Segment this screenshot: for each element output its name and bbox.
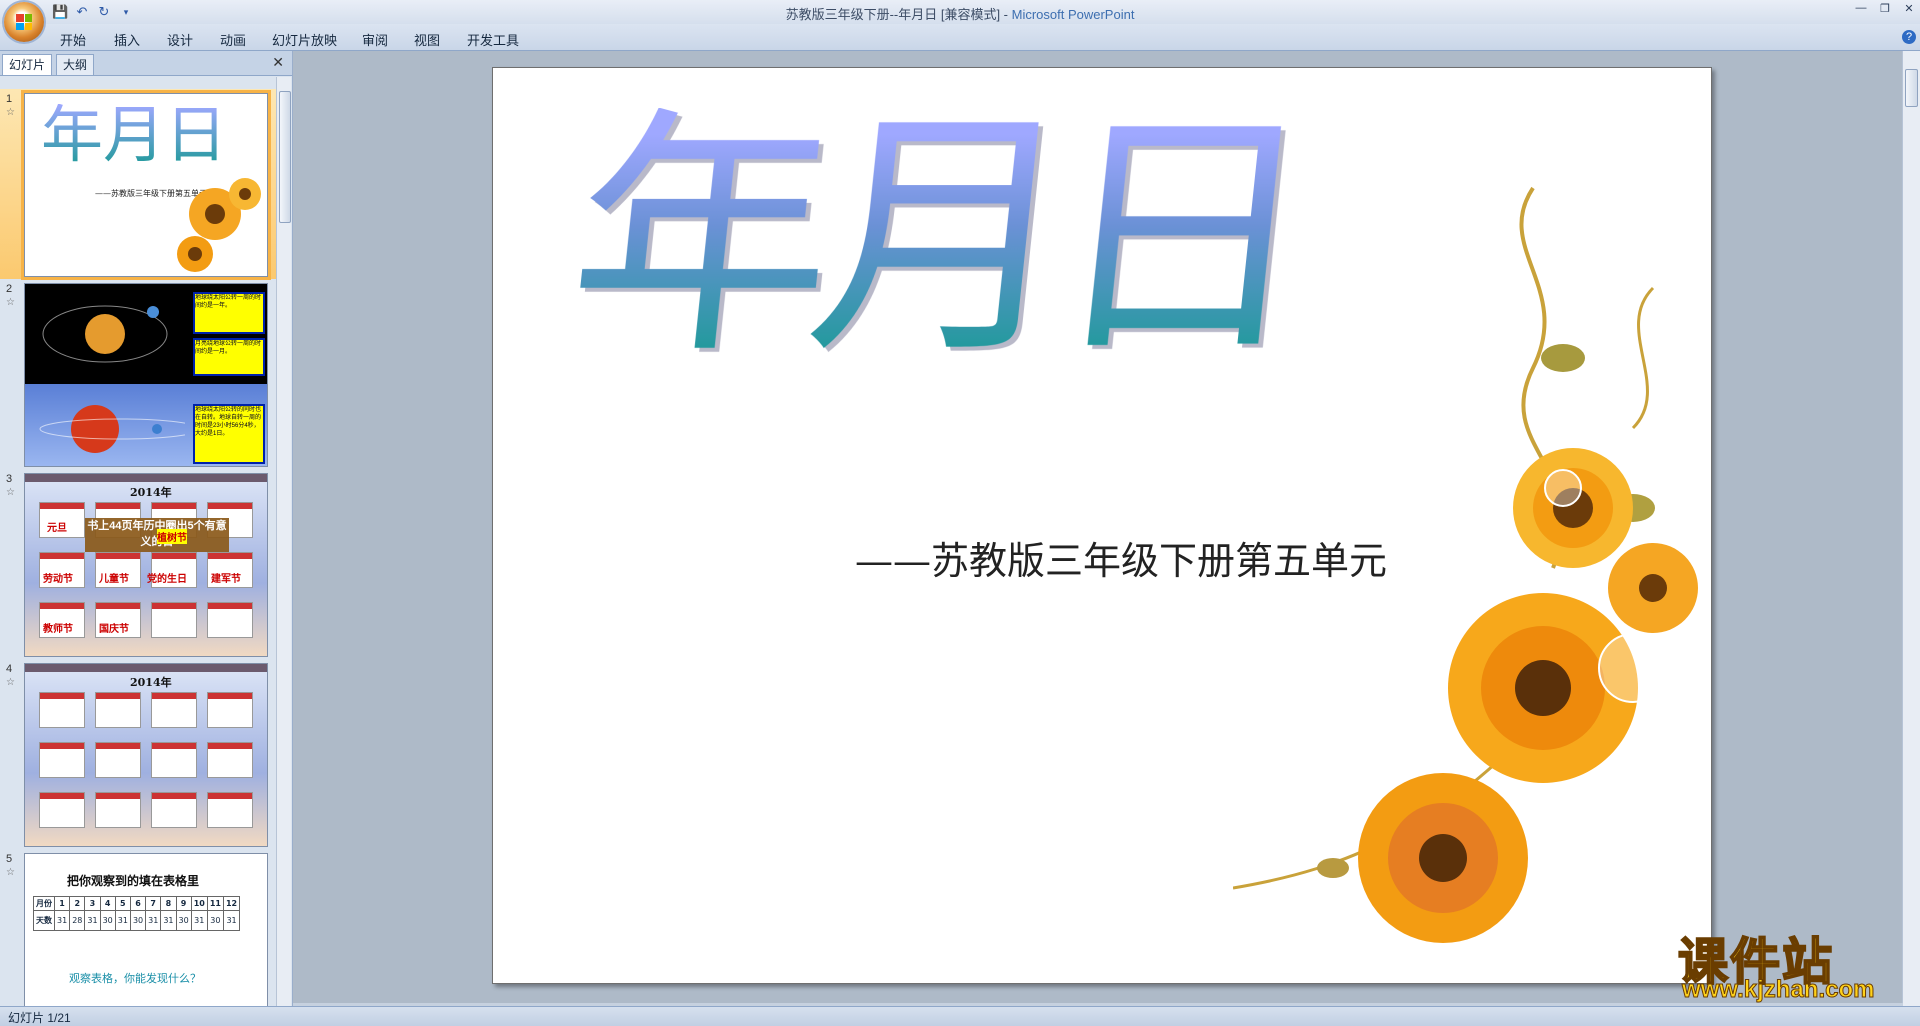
- tab-slideshow[interactable]: 幻灯片放映: [272, 30, 337, 49]
- slide-counter: 幻灯片 1/21: [8, 1011, 71, 1025]
- thumb-footer: 观察表格，你能发现什么？: [69, 972, 201, 985]
- holiday-label: 儿童节: [99, 574, 129, 585]
- table-cell: 30: [99, 910, 116, 931]
- thumbnail-list: 1 ☆ 年月日 ——苏教版三年级下册第五单元 2 ☆ 地球绕太阳公转一周的时间约: [0, 77, 276, 1006]
- sunflower-decoration: [177, 178, 261, 272]
- slide-number: 3: [6, 473, 13, 485]
- info-box: 地球绕太阳公转的同时也在自转。地球自转一周的时间是23小时56分4秒，大约是1日…: [193, 404, 265, 464]
- slide-thumbnail-1[interactable]: 年月日 ——苏教版三年级下册第五单元: [24, 93, 268, 277]
- thumb-table: 月份 1 2 3 4 5 6 7 8 9 10 11 12 天数 31 28 31 30 31 30 31 31 30 31…: [33, 896, 241, 931]
- help-icon[interactable]: ?: [1902, 30, 1916, 44]
- thumb-heading: 把你观察到的填在表格里: [67, 874, 200, 888]
- table-cell: 2: [69, 896, 86, 911]
- slide-number: 2: [6, 283, 13, 295]
- table-cell: 4: [99, 896, 116, 911]
- close-icon[interactable]: ✕: [1902, 2, 1916, 15]
- table-cell: 30: [206, 910, 224, 931]
- tab-slides[interactable]: 幻灯片: [2, 54, 53, 75]
- solar-system-illustration: [39, 305, 185, 453]
- table-cell: 31: [145, 910, 162, 931]
- table-cell: 31: [84, 910, 101, 931]
- scrollbar-thumb[interactable]: [1905, 69, 1918, 107]
- table-cell: 12: [222, 896, 241, 911]
- holiday-label: 元旦: [47, 523, 67, 534]
- tab-home[interactable]: 开始: [60, 30, 86, 49]
- slide-thumbnail-2[interactable]: 地球绕太阳公转一周的时间约是一年。 月亮绕地球公转一周的时间约是一月。 地球绕太…: [24, 283, 268, 467]
- window-controls: — ❐ ✕: [1854, 2, 1916, 15]
- transition-icon: ☆: [6, 867, 15, 878]
- slide-title[interactable]: 年月日: [557, 87, 1309, 389]
- table-cell: 31: [160, 910, 177, 931]
- table-cell: 30: [175, 910, 192, 931]
- table-cell: 28: [69, 910, 86, 931]
- scrollbar-thumb[interactable]: [279, 91, 291, 223]
- transition-icon: ☆: [6, 487, 15, 498]
- holiday-label: 劳动节: [43, 574, 73, 585]
- main-slide[interactable]: 年月日 ——苏教版三年级下册第五单元: [492, 67, 1712, 984]
- restore-icon[interactable]: ❐: [1878, 2, 1892, 15]
- transition-icon: ☆: [6, 297, 15, 308]
- tab-view[interactable]: 视图: [414, 30, 440, 49]
- table-cell: 31: [114, 910, 131, 931]
- slide-scrollbar[interactable]: [1902, 51, 1920, 1006]
- window-title: 苏教版三年级下册--年月日 [兼容模式] - Microsoft PowerPo…: [785, 7, 1135, 22]
- watermark-url: www.kjzhan.com: [1681, 976, 1875, 1004]
- table-row-label: 月份: [33, 896, 55, 911]
- slide-thumbnail-4[interactable]: 2014年: [24, 663, 268, 847]
- tab-insert[interactable]: 插入: [114, 30, 140, 49]
- table-cell: 6: [129, 896, 147, 911]
- office-button[interactable]: [4, 2, 44, 42]
- table-cell: 5: [114, 896, 131, 911]
- holiday-label: 教师节: [43, 624, 73, 635]
- slide-number: 5: [6, 853, 13, 865]
- panel-close-icon[interactable]: ✕: [272, 54, 284, 71]
- holiday-label: 国庆节: [99, 624, 129, 635]
- slides-panel: 幻灯片 大纲 ✕ 1 ☆ 年月日 ——苏教版三年级下册第五单元 2 ☆ 地球绕太…: [0, 51, 293, 1006]
- status-bar: 幻灯片 1/21: [0, 1006, 1920, 1026]
- thumbnail-scrollbar[interactable]: [276, 77, 291, 1006]
- tab-animation[interactable]: 动画: [220, 30, 246, 49]
- table-cell: 11: [206, 896, 224, 911]
- watermark-logo: 课件站 www.kjzhan.com: [1668, 922, 1906, 1004]
- tab-developer[interactable]: 开发工具: [467, 30, 519, 49]
- table-cell: 1: [53, 896, 71, 911]
- slide-number: 4: [6, 663, 13, 675]
- table-cell: 9: [175, 896, 192, 911]
- table-cell: 8: [160, 896, 177, 911]
- thumb-year: 2014年: [130, 486, 172, 499]
- table-cell: 30: [129, 910, 147, 931]
- table-row-label: 天数: [33, 910, 55, 931]
- holiday-label: 党的生日: [147, 574, 187, 585]
- info-box: 地球绕太阳公转一周的时间约是一年。: [193, 292, 265, 334]
- minimize-icon[interactable]: —: [1854, 2, 1868, 15]
- table-cell: 31: [222, 910, 241, 931]
- table-cell: 31: [190, 910, 208, 931]
- holiday-label: 建军节: [211, 574, 241, 585]
- tab-outline[interactable]: 大纲: [56, 54, 95, 75]
- office-logo-icon: [16, 14, 32, 30]
- table-cell: 3: [84, 896, 101, 911]
- sunflower-decoration: [1233, 186, 1698, 971]
- ribbon-tabs: 开始 插入 设计 动画 幻灯片放映 审阅 视图 开发工具: [0, 24, 1920, 51]
- holiday-label: 植树节: [157, 529, 187, 544]
- slide-thumbnail-3[interactable]: 2014年 书上44页年历中圈出5个有意义的日 元旦 植树节 劳动节 儿童节 党…: [24, 473, 268, 657]
- panel-tabs: 幻灯片 大纲 ✕: [0, 51, 292, 76]
- transition-icon: ☆: [6, 107, 15, 118]
- transition-icon: ☆: [6, 677, 15, 688]
- tab-design[interactable]: 设计: [167, 30, 193, 49]
- slide-thumbnail-5[interactable]: 把你观察到的填在表格里 月份 1 2 3 4 5 6 7 8 9 10 11 12 天数 31 28 31 30…: [24, 853, 268, 1006]
- table-cell: 31: [53, 910, 71, 931]
- tab-review[interactable]: 审阅: [362, 30, 388, 49]
- slide-number: 1: [6, 93, 13, 105]
- table-cell: 7: [145, 896, 162, 911]
- info-box: 月亮绕地球公转一周的时间约是一月。: [193, 338, 265, 376]
- thumb-year: 2014年: [130, 676, 172, 689]
- title-bar: 💾 ↶ ↻ ▾ 苏教版三年级下册--年月日 [兼容模式] - Microsoft…: [0, 0, 1920, 24]
- table-cell: 10: [190, 896, 208, 911]
